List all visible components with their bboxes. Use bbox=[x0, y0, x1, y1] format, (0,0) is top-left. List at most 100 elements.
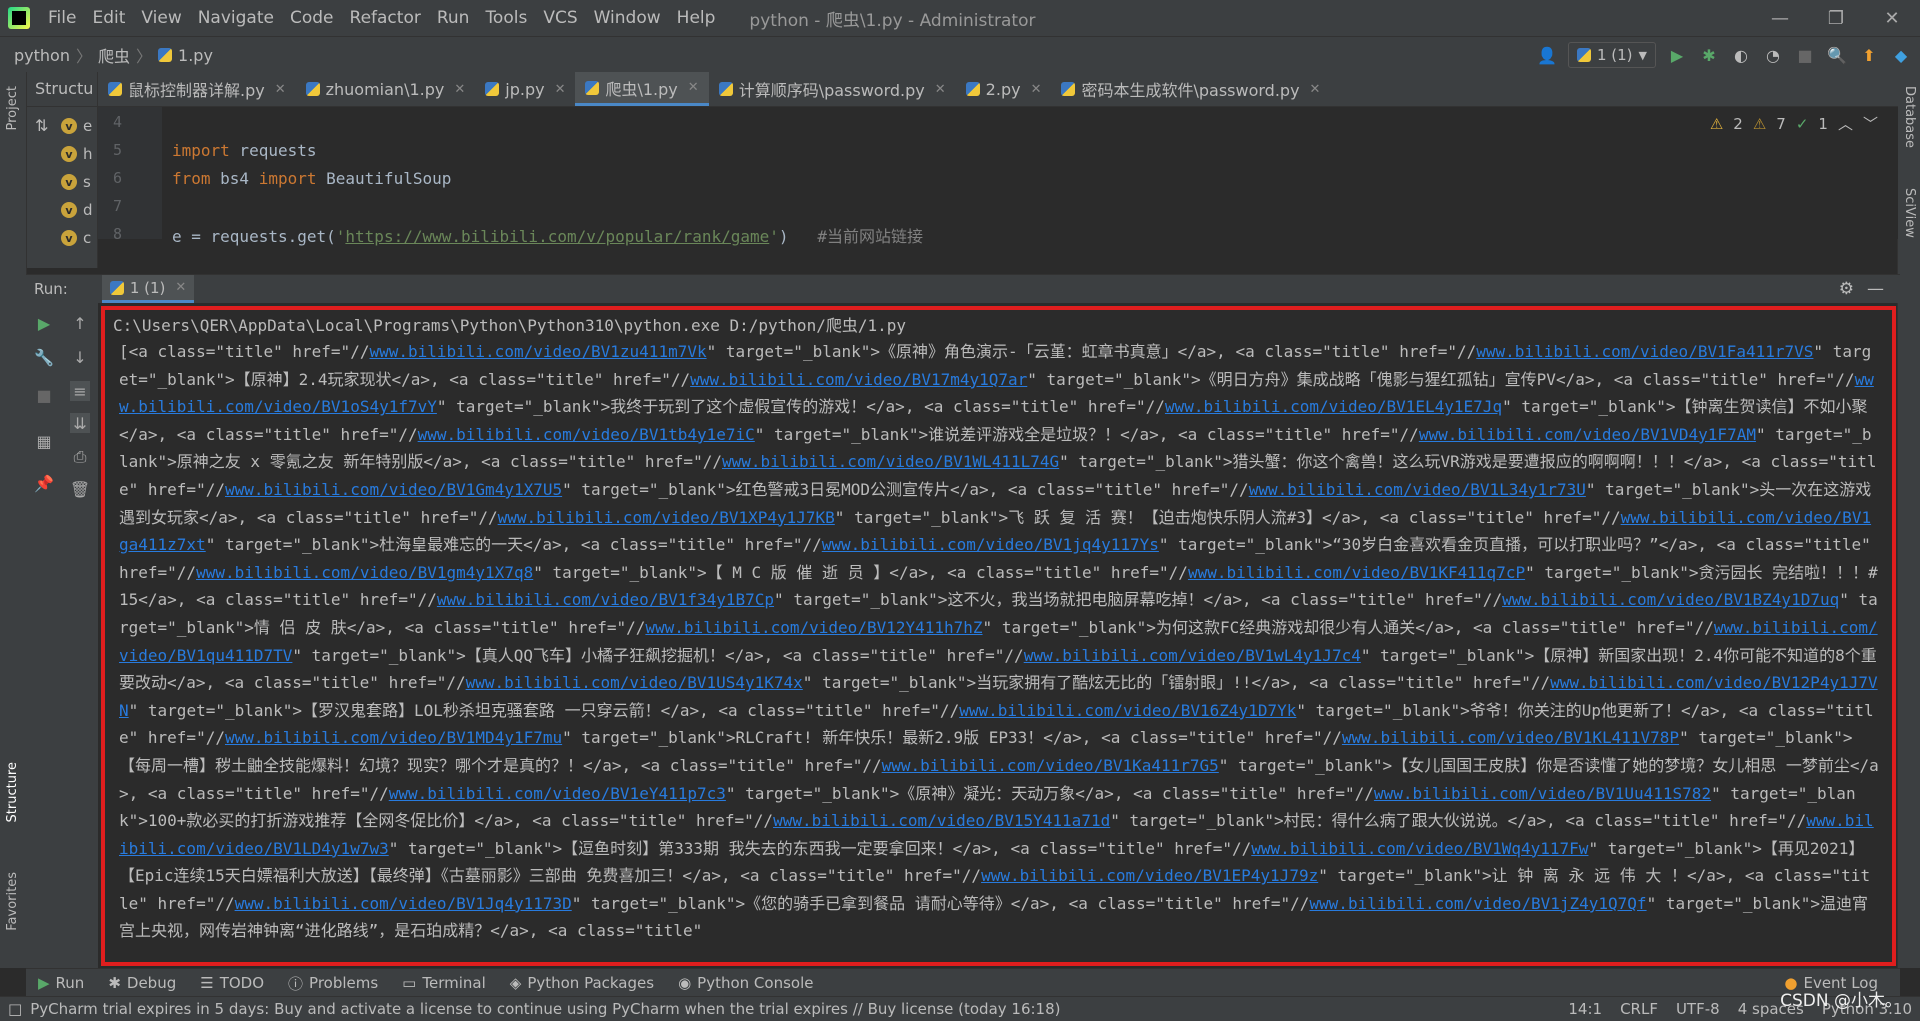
console-link[interactable]: www.bilibili.com/video/BV16Z4y1D7Yk bbox=[959, 701, 1296, 720]
scroll-up-icon[interactable]: ↑ bbox=[70, 313, 90, 333]
menu-navigate[interactable]: Navigate bbox=[190, 0, 282, 36]
menu-window[interactable]: Window bbox=[586, 0, 669, 36]
favorites-tool-button[interactable]: Favorites bbox=[5, 872, 20, 931]
close-icon[interactable]: ✕ bbox=[1864, 0, 1920, 36]
breadcrumb-folder[interactable]: 爬虫 bbox=[98, 43, 130, 67]
console-link[interactable]: www.bilibili.com/video/BV1KF411q7cP bbox=[1188, 563, 1525, 582]
run-icon[interactable]: ▶ bbox=[1666, 44, 1688, 66]
settings-gear-icon[interactable]: ⚙ bbox=[1839, 279, 1854, 299]
wrench-icon[interactable]: 🔧 bbox=[34, 347, 54, 367]
menu-vcs[interactable]: VCS bbox=[535, 0, 585, 36]
tool-tab-terminal[interactable]: ▭ Terminal bbox=[390, 974, 498, 992]
console-link[interactable]: www.bilibili.com/video/BV1WL411L74G bbox=[722, 452, 1059, 471]
database-tool-button[interactable]: Database bbox=[1902, 86, 1917, 148]
soft-wrap-icon[interactable]: ≡ bbox=[70, 381, 90, 401]
console-link[interactable]: www.bilibili.com/video/BV1Jq4y1173D bbox=[235, 894, 572, 913]
breadcrumb-project[interactable]: python bbox=[14, 46, 70, 65]
tab-mouse-controller[interactable]: 鼠标控制器详解.py ✕ bbox=[98, 72, 296, 106]
trash-icon[interactable]: 🗑 bbox=[70, 479, 90, 499]
debug-icon[interactable]: ✱ bbox=[1698, 44, 1720, 66]
structure-item[interactable]: vh bbox=[27, 140, 97, 168]
close-icon[interactable]: ✕ bbox=[175, 280, 186, 295]
restore-icon[interactable]: ❐ bbox=[1808, 0, 1864, 36]
console-link[interactable]: www.bilibili.com/video/BV1Ka411r7G5 bbox=[882, 756, 1219, 775]
console-link[interactable]: www.bilibili.com/video/BV1tb4y1e7iC bbox=[418, 425, 755, 444]
console-link[interactable]: www.bilibili.com/video/BV17m4y1Q7ar bbox=[690, 370, 1027, 389]
update-icon[interactable]: ⬆ bbox=[1858, 44, 1880, 66]
tab-jp[interactable]: jp.py ✕ bbox=[475, 72, 575, 106]
layout-icon[interactable]: ▦ bbox=[34, 431, 54, 451]
breadcrumb-file[interactable]: 1.py bbox=[178, 46, 213, 65]
line-separator[interactable]: CRLF bbox=[1620, 1000, 1658, 1018]
console-link[interactable]: www.bilibili.com/video/BV1VD4y1F7AM bbox=[1419, 425, 1756, 444]
close-icon[interactable]: ✕ bbox=[1310, 82, 1321, 97]
console-link[interactable]: www.bilibili.com/video/BV1XP4y1J7KB bbox=[498, 508, 835, 527]
console-link[interactable]: www.bilibili.com/video/BV1eY411p7c3 bbox=[389, 784, 726, 803]
console-link[interactable]: www.bilibili.com/video/BV1Gm4y1X7U5 bbox=[225, 480, 562, 499]
menu-view[interactable]: View bbox=[133, 0, 189, 36]
tab-password-generator[interactable]: 密码本生成软件\password.py ✕ bbox=[1051, 72, 1330, 106]
console-link[interactable]: www.bilibili.com/video/BV1zu411m7Vk bbox=[369, 342, 706, 361]
stop-icon[interactable]: ■ bbox=[1794, 44, 1816, 66]
close-icon[interactable]: ✕ bbox=[454, 82, 465, 97]
search-icon[interactable]: 🔍 bbox=[1826, 44, 1848, 66]
console-output[interactable]: C:\Users\QER\AppData\Local\Programs\Pyth… bbox=[101, 306, 1896, 966]
close-icon[interactable]: ✕ bbox=[688, 80, 699, 95]
pin-icon[interactable]: 📌 bbox=[34, 473, 54, 493]
close-icon[interactable]: ✕ bbox=[1031, 82, 1042, 97]
tab-password-order[interactable]: 计算顺序码\password.py ✕ bbox=[709, 72, 956, 106]
run-configuration-select[interactable]: 1 (1) ▼ bbox=[1567, 42, 1656, 68]
console-link[interactable]: www.bilibili.com/video/BV1Wq4y117Fw bbox=[1251, 839, 1588, 858]
console-link[interactable]: www.bilibili.com/video/BV1BZ4y1D7uq bbox=[1502, 590, 1839, 609]
structure-item[interactable]: vd bbox=[27, 196, 97, 224]
inspection-widget[interactable]: ⚠ 2 ⚠ 7 ✓ 1 ︿ ﹀ bbox=[1710, 113, 1878, 134]
scroll-to-end-icon[interactable]: ⇊ bbox=[70, 413, 90, 433]
console-link[interactable]: www.bilibili.com/video/BV1L34y1r73U bbox=[1249, 480, 1586, 499]
status-message[interactable]: PyCharm trial expires in 5 days: Buy and… bbox=[30, 1000, 1060, 1018]
rerun-icon[interactable]: ▶ bbox=[34, 313, 54, 333]
console-link[interactable]: www.bilibili.com/video/BV1MD4y1F7mu bbox=[225, 728, 562, 747]
tab-2py[interactable]: 2.py ✕ bbox=[956, 72, 1052, 106]
caret-position[interactable]: 14:1 bbox=[1568, 1000, 1602, 1018]
file-encoding[interactable]: UTF-8 bbox=[1676, 1000, 1720, 1018]
menu-tools[interactable]: Tools bbox=[477, 0, 535, 36]
structure-item[interactable]: vs bbox=[27, 168, 97, 196]
console-link[interactable]: www.bilibili.com/video/BV1Fa411r7VS bbox=[1476, 342, 1813, 361]
console-link[interactable]: www.bilibili.com/video/BV15Y411a71d bbox=[773, 811, 1110, 830]
code-editor[interactable]: 4 5 6 7 8 import requests from bs4 impor… bbox=[98, 107, 1898, 246]
structure-tool-button[interactable]: Structure bbox=[5, 762, 20, 822]
console-link[interactable]: www.bilibili.com/video/BV1EL4y1E7Jq bbox=[1165, 397, 1502, 416]
print-icon[interactable]: ⎙ bbox=[70, 447, 90, 467]
console-link[interactable]: www.bilibili.com/video/BV1EP4y1J79z bbox=[981, 866, 1318, 885]
console-link[interactable]: www.bilibili.com/video/BV1US4y1K74x bbox=[466, 673, 803, 692]
close-icon[interactable]: ✕ bbox=[555, 82, 566, 97]
run-tab[interactable]: 1 (1) ✕ bbox=[101, 275, 195, 303]
tool-tab-todo[interactable]: ☰ TODO bbox=[188, 974, 276, 992]
minimize-icon[interactable]: — bbox=[1752, 0, 1808, 36]
tool-tab-run[interactable]: ▶ Run bbox=[26, 974, 96, 992]
stop-icon[interactable]: ■ bbox=[34, 385, 54, 405]
chevron-up-icon[interactable]: ︿ bbox=[1838, 113, 1853, 134]
structure-item[interactable]: ve bbox=[27, 112, 97, 140]
coverage-icon[interactable]: ◐ bbox=[1730, 44, 1752, 66]
project-tool-button[interactable]: Project bbox=[5, 86, 20, 130]
console-link[interactable]: www.bilibili.com/video/BV1jq4y117Ys bbox=[822, 535, 1159, 554]
console-link[interactable]: www.bilibili.com/video/BV12Y411h7hZ bbox=[645, 618, 982, 637]
tool-tab-python-console[interactable]: ◉ Python Console bbox=[666, 974, 825, 992]
tool-tab-python-packages[interactable]: ◈ Python Packages bbox=[498, 974, 666, 992]
scroll-down-icon[interactable]: ↓ bbox=[70, 347, 90, 367]
profile-icon[interactable]: ◔ bbox=[1762, 44, 1784, 66]
console-link[interactable]: www.bilibili.com/video/BV1Uu411S782 bbox=[1374, 784, 1711, 803]
sciview-tool-button[interactable]: SciView bbox=[1902, 188, 1917, 238]
console-link[interactable]: www.bilibili.com/video/BV1f34y1B7Cp bbox=[437, 590, 774, 609]
tab-crawler-active[interactable]: 爬虫\1.py ✕ bbox=[575, 72, 709, 106]
user-icon[interactable]: 👤 bbox=[1536, 44, 1558, 66]
status-square-icon[interactable]: □ bbox=[8, 1000, 22, 1018]
tool-tab-problems[interactable]: ⓘ Problems bbox=[276, 973, 390, 994]
tab-zhuomian[interactable]: zhuomian\1.py ✕ bbox=[296, 72, 476, 106]
structure-item[interactable]: vc bbox=[27, 224, 97, 252]
console-link[interactable]: www.bilibili.com/video/BV1wL4y1J7c4 bbox=[1024, 646, 1361, 665]
hide-panel-icon[interactable]: — bbox=[1867, 279, 1884, 299]
menu-help[interactable]: Help bbox=[669, 0, 724, 36]
jetbrains-icon[interactable]: ◆ bbox=[1890, 44, 1912, 66]
